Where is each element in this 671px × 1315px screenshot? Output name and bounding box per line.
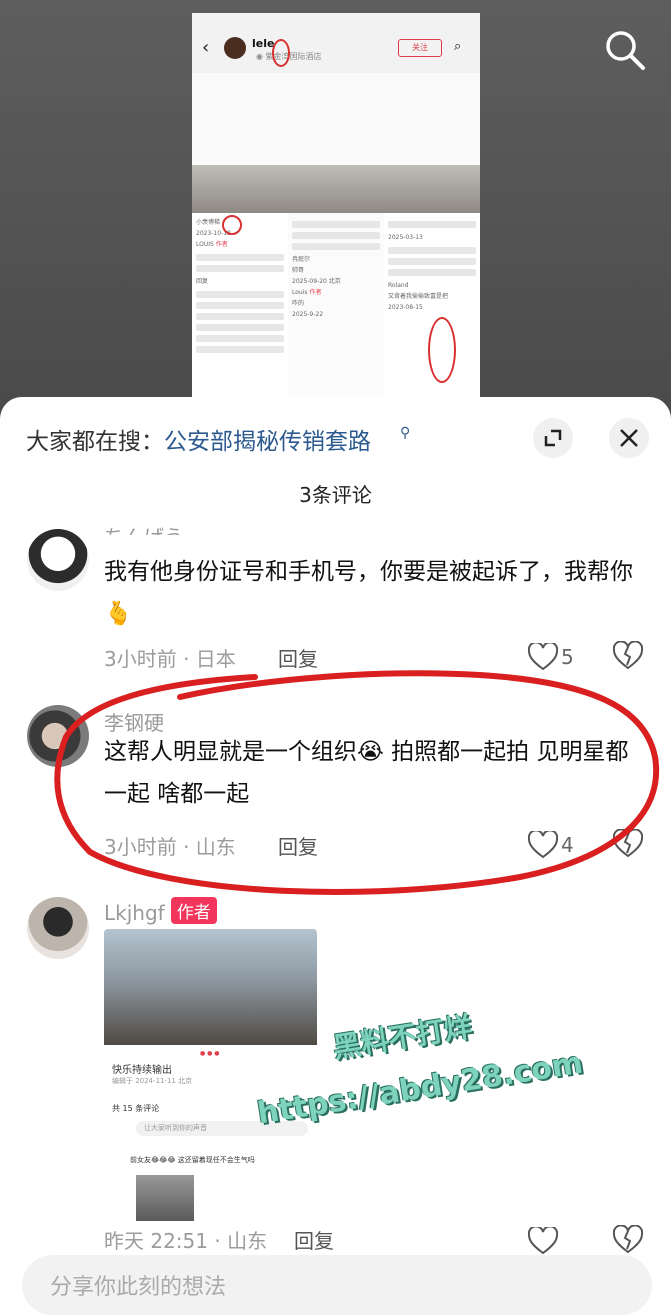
follow-button: 关注: [398, 39, 442, 57]
image-post-title: 快乐持续输出: [112, 1065, 172, 1076]
comment-input-placeholder: 分享你此刻的想法: [50, 1275, 227, 1300]
broken-heart-icon[interactable]: [613, 641, 643, 671]
video-blank-area: [192, 73, 480, 165]
heart-icon[interactable]: [528, 643, 558, 671]
avatar[interactable]: [27, 705, 89, 767]
annotation-circle: [272, 39, 290, 67]
reply-button[interactable]: 回复: [278, 831, 318, 860]
collage-column: 小羡博梯 2023-10-18 LOUIS 作者 回复: [192, 213, 288, 397]
collage-line: [292, 243, 380, 250]
collage-text: 帅哥: [292, 267, 305, 274]
comment-text: 这帮人明显就是一个组织😭 拍照都一起拍 见明星都一起 啥都一起: [104, 739, 629, 807]
image-post-date: 编辑于 2024-11-11 北京: [112, 1077, 193, 1085]
collage-line: [388, 269, 476, 276]
collage-line: [292, 232, 380, 239]
collage-line: [388, 258, 476, 265]
collage-text: 咋的: [292, 300, 305, 307]
close-button[interactable]: [609, 418, 649, 458]
like-count: 5: [561, 645, 574, 669]
comment-username[interactable]: Lkjhgf 作者: [104, 897, 217, 925]
video-photo: [192, 165, 480, 213]
search-icon: ⌕: [454, 39, 462, 54]
collage-name: Louis 作者: [292, 289, 322, 296]
comment-text: 我有他身份证号和手机号，你要是被起诉了，我帮你🫰: [104, 559, 633, 627]
image-thumbnail: [136, 1175, 194, 1221]
collage-line: [196, 254, 284, 261]
expand-icon: [544, 429, 562, 447]
comment-meta: 3小时前 · 日本: [104, 647, 236, 671]
collage-column: 冉屁尔 帅哥 2025-09-20 北京 Louis 作者 咋的 2025-9-…: [288, 213, 384, 397]
reply-button[interactable]: 回复: [278, 643, 318, 672]
location-icon: ◉: [256, 52, 266, 61]
broken-heart-icon[interactable]: [613, 829, 643, 859]
collage-line: [196, 302, 284, 309]
avatar: [224, 37, 246, 59]
collage-line: [196, 291, 284, 298]
annotation-circle: [222, 215, 242, 235]
collage-line: [196, 346, 284, 353]
collage-date: 2025-09-20 北京: [292, 278, 341, 285]
video-comment-collage: 小羡博梯 2023-10-18 LOUIS 作者 回复 冉屁尔 帅哥 2025-…: [192, 213, 480, 397]
watermark-text: 黑料不打烊: [330, 1010, 475, 1065]
collage-text: 又背着我偷偷致富是把: [388, 293, 449, 300]
collage-line: [292, 221, 380, 228]
collage-text: 回复: [196, 278, 209, 285]
video-player[interactable]: ‹ lele ◉ 紫金湾国际酒店 关注 ⌕ 小羡博梯 2023-10-18 LO…: [0, 0, 671, 420]
comment-meta: 昨天 22:51 · 山东: [104, 1229, 268, 1253]
collage-line: [196, 335, 284, 342]
back-icon: ‹: [202, 37, 210, 58]
collage-line: [196, 313, 284, 320]
expand-button[interactable]: [533, 418, 573, 458]
like-count: 4: [561, 833, 574, 857]
collage-date: 2025-9-22: [292, 311, 324, 318]
comment-sheet: 大家都在搜：公安部揭秘传销套路 ⚲ 3条评论 ちんげう 我有他身份证号和手机号，…: [0, 397, 671, 1280]
comment-username[interactable]: ちんげう: [104, 521, 184, 535]
pagination-dots: ● ● ●: [200, 1050, 220, 1057]
search-icon[interactable]: [603, 28, 647, 72]
comment-count-title: 3条评论: [299, 483, 372, 507]
hot-search-prefix: 大家都在搜：: [26, 429, 164, 455]
avatar[interactable]: [27, 897, 89, 959]
hot-search-bar[interactable]: 大家都在搜：公安部揭秘传销套路: [26, 422, 371, 456]
image-screenshot: ● ● ● 快乐持续输出 编辑于 2024-11-11 北京 共 15 条评论 …: [104, 1045, 317, 1243]
image-comment-count: 共 15 条评论: [112, 1104, 160, 1113]
search-icon: ⚲: [400, 425, 411, 441]
collage-date: 2023-08-15: [388, 304, 423, 311]
collage-date: 2025-03-13: [388, 234, 423, 241]
collage-name: 冉屁尔: [292, 256, 311, 263]
comment-image[interactable]: ● ● ● 快乐持续输出 编辑于 2024-11-11 北京 共 15 条评论 …: [104, 929, 317, 1243]
collage-line: [196, 265, 284, 272]
comment-input[interactable]: 分享你此刻的想法: [22, 1255, 652, 1315]
broken-heart-icon[interactable]: [613, 1225, 643, 1255]
heart-icon[interactable]: [528, 1227, 558, 1255]
avatar[interactable]: [27, 529, 89, 591]
collage-line: [196, 324, 284, 331]
close-icon: [620, 429, 638, 447]
collage-line: [388, 247, 476, 254]
video-frame: ‹ lele ◉ 紫金湾国际酒店 关注 ⌕ 小羡博梯 2023-10-18 LO…: [192, 13, 480, 397]
author-badge: 作者: [170, 897, 217, 924]
video-header: ‹ lele ◉ 紫金湾国际酒店 关注 ⌕: [192, 13, 480, 73]
collage-name: LOUIS 作者: [196, 241, 228, 248]
image-photo: [104, 929, 317, 1045]
collage-line: [388, 221, 476, 228]
image-comment-text: 前女友😂😂😂 这还留着现任不会生气吗: [130, 1156, 255, 1164]
hot-search-link[interactable]: 公安部揭秘传销套路: [164, 429, 371, 455]
comment-meta: 3小时前 · 山东: [104, 835, 236, 859]
video-username: lele: [252, 37, 275, 50]
heart-icon[interactable]: [528, 831, 558, 859]
reply-button[interactable]: 回复: [294, 1225, 334, 1254]
collage-name: Roland: [388, 282, 409, 289]
annotation-circle: [428, 317, 456, 383]
